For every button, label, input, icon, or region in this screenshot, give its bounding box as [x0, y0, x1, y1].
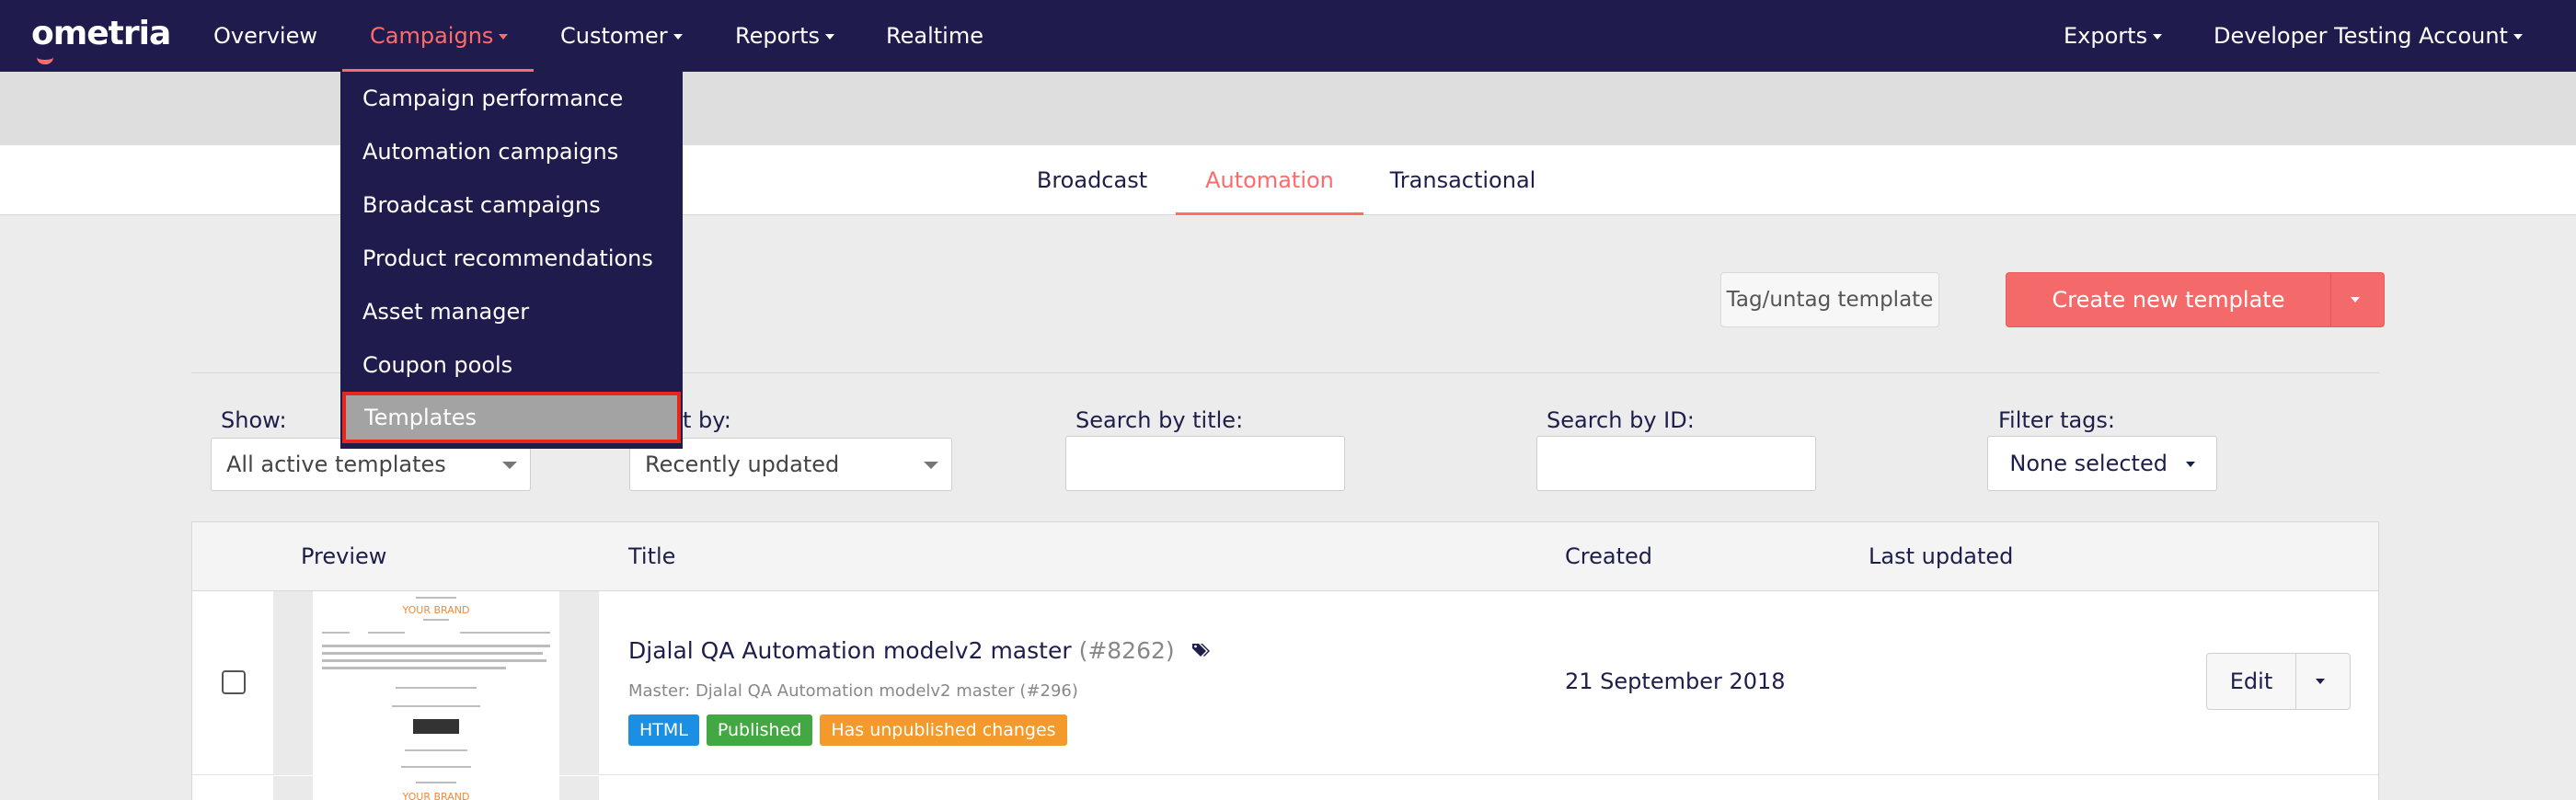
tags-icon[interactable]	[1191, 641, 1212, 663]
chevron-down-icon[interactable]	[2316, 679, 2325, 684]
preview-button-shape	[413, 719, 459, 734]
chevron-down-icon[interactable]	[2351, 297, 2360, 303]
template-title: Djalal QA Automation modelv2 master	[628, 637, 1072, 664]
search-title-input[interactable]	[1065, 436, 1345, 491]
nav-campaigns-label: Campaigns	[370, 23, 494, 49]
sort-filter-value: Recently updated	[645, 451, 840, 477]
templates-table: Preview Title Created Last updated YOUR …	[191, 521, 2379, 800]
template-id: (#8262)	[1078, 637, 1175, 664]
filter-tags-value: None selected	[2009, 451, 2168, 476]
nav-exports[interactable]: Exports	[2064, 0, 2163, 72]
campaigns-dropdown-menu: Campaign performance Automation campaign…	[340, 72, 683, 449]
table-row: YOUR BRAND	[192, 776, 2378, 800]
badge-html: HTML	[628, 714, 699, 746]
column-header-last-updated[interactable]: Last updated	[1869, 522, 2013, 591]
menu-item-templates-highlighted[interactable]: Templates	[342, 392, 681, 443]
template-preview-thumbnail: YOUR BRAND	[313, 591, 559, 775]
menu-item-coupon-pools[interactable]: Coupon pools	[362, 352, 512, 378]
nav-customer[interactable]: Customer	[560, 0, 683, 72]
chevron-down-icon	[2513, 34, 2523, 40]
ometria-logo[interactable]: ometria	[31, 15, 171, 64]
nav-campaigns[interactable]: Campaigns	[342, 0, 534, 72]
nav-overview-label: Overview	[213, 23, 317, 49]
chevron-down-icon	[825, 34, 835, 40]
badge-unpublished-changes: Has unpublished changes	[820, 714, 1067, 746]
create-new-template-button[interactable]: Create new template	[2006, 272, 2385, 327]
chevron-down-icon	[673, 34, 683, 40]
menu-item-product-recommendations[interactable]: Product recommendations	[362, 246, 653, 271]
menu-item-broadcast-campaigns[interactable]: Broadcast campaigns	[362, 192, 601, 218]
table-header: Preview Title Created Last updated	[192, 522, 2378, 591]
edit-label: Edit	[2229, 669, 2273, 694]
nav-overview[interactable]: Overview	[213, 0, 317, 72]
filter-tags-label: Filter tags:	[1998, 407, 2116, 433]
sort-filter-label: t by:	[683, 407, 731, 433]
button-split-divider	[2330, 273, 2331, 326]
search-id-label: Search by ID:	[1547, 407, 1695, 433]
chevron-down-icon	[2185, 462, 2195, 467]
row-checkbox[interactable]	[222, 670, 246, 694]
top-navigation: ometria Overview Campaigns Customer Repo…	[0, 0, 2576, 72]
show-filter-label: Show:	[221, 407, 287, 433]
chevron-down-icon	[502, 462, 517, 469]
nav-customer-label: Customer	[560, 23, 668, 49]
search-title-label: Search by title:	[1075, 407, 1244, 433]
button-split-divider	[2295, 654, 2296, 709]
template-preview[interactable]: YOUR BRAND	[273, 776, 599, 800]
menu-item-templates[interactable]: Templates	[364, 405, 477, 430]
nav-exports-label: Exports	[2064, 23, 2148, 49]
menu-item-automation-campaigns[interactable]: Automation campaigns	[362, 139, 618, 165]
nav-reports-label: Reports	[735, 23, 821, 49]
column-header-created[interactable]: Created	[1565, 522, 1652, 591]
nav-realtime[interactable]: Realtime	[886, 0, 983, 72]
chevron-down-icon	[924, 462, 938, 469]
template-badges: HTML Published Has unpublished changes	[628, 714, 1067, 746]
show-filter-value: All active templates	[226, 451, 446, 477]
logo-smile-icon	[37, 57, 53, 64]
logo-text: ometria	[31, 15, 171, 52]
column-header-title[interactable]: Title	[628, 522, 675, 591]
menu-item-asset-manager[interactable]: Asset manager	[362, 299, 529, 325]
tab-automation[interactable]: Automation	[1176, 145, 1363, 215]
nav-account-label: Developer Testing Account	[2214, 23, 2508, 49]
badge-published: Published	[706, 714, 813, 746]
filter-tags-dropdown[interactable]: None selected	[1987, 436, 2217, 491]
nav-account[interactable]: Developer Testing Account	[2214, 0, 2523, 72]
chevron-down-icon	[2153, 34, 2163, 40]
column-header-preview: Preview	[301, 543, 387, 569]
edit-template-button[interactable]: Edit	[2206, 653, 2351, 710]
chevron-down-icon	[499, 34, 509, 40]
master-template-text: Master: Djalal QA Automation modelv2 mas…	[628, 681, 1078, 701]
tag-untag-template-button[interactable]: Tag/untag template	[1720, 272, 1939, 327]
created-date: 21 September 2018	[1565, 669, 1786, 694]
search-id-input[interactable]	[1536, 436, 1816, 491]
preview-brand-text: YOUR BRAND	[402, 791, 470, 800]
template-preview[interactable]: YOUR BRAND	[273, 591, 599, 775]
create-new-template-label: Create new template	[2052, 287, 2285, 313]
nav-reports[interactable]: Reports	[735, 0, 835, 72]
tab-transactional[interactable]: Transactional	[1380, 145, 1546, 215]
tab-broadcast[interactable]: Broadcast	[1023, 145, 1161, 215]
preview-brand-text: YOUR BRAND	[402, 604, 470, 616]
template-preview-thumbnail: YOUR BRAND	[313, 776, 559, 800]
template-title-link[interactable]: Djalal QA Automation modelv2 master (#82…	[628, 637, 1212, 664]
table-row: YOUR BRAND Djalal QA Automation modelv2 …	[192, 591, 2378, 775]
nav-realtime-label: Realtime	[886, 23, 983, 49]
menu-item-campaign-performance[interactable]: Campaign performance	[362, 86, 623, 111]
